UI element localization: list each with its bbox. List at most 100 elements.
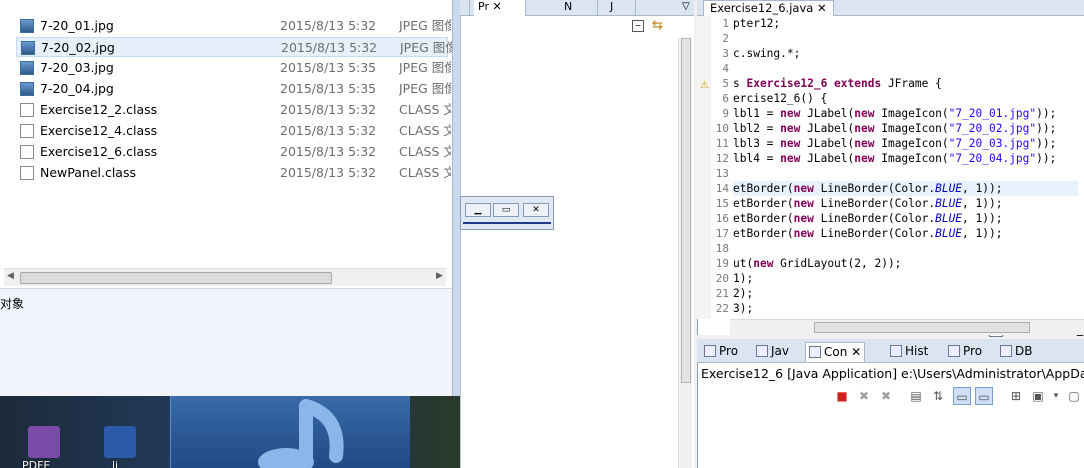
maximize-button[interactable]: ▭ xyxy=(493,203,519,217)
code-line[interactable]: ut(new GridLayout(2, 2)); xyxy=(733,256,1078,271)
collapse-all-icon[interactable]: − xyxy=(632,20,644,32)
line-number: 3 xyxy=(722,47,729,60)
code-line[interactable]: lbl1 = new JLabel(new ImageIcon("7_20_01… xyxy=(733,106,1078,121)
shortcut-icon[interactable] xyxy=(104,426,136,458)
file-row[interactable]: NewPanel.class 2015/8/13 5:32 CLASS 文 xyxy=(16,163,451,183)
line-number: 15 xyxy=(715,197,729,210)
view-menu-icon[interactable]: ▽ xyxy=(682,1,690,12)
code-token: new xyxy=(780,137,801,150)
minimize-button[interactable]: ▁ xyxy=(465,203,491,217)
link-editor-icon[interactable]: ⇆ xyxy=(652,18,663,33)
code-token: JLabel( xyxy=(800,152,855,165)
code-line[interactable] xyxy=(733,61,1078,76)
view-icon xyxy=(809,346,821,358)
code-line[interactable]: ercise12_6() { xyxy=(733,91,1078,106)
code-token: BLUE xyxy=(935,212,963,225)
console-tab[interactable]: DB xyxy=(997,342,1035,362)
tree-vertical-scrollbar[interactable] xyxy=(678,38,692,468)
file-row[interactable]: Exercise12_4.class 2015/8/13 5:32 CLASS 文 xyxy=(16,121,451,141)
code-token: "7_20_02.jpg" xyxy=(948,122,1037,135)
code-line[interactable]: s Exercise12_6 extends JFrame { xyxy=(733,76,1078,91)
clear-console-icon[interactable]: ▤ xyxy=(907,387,925,405)
code-token: new xyxy=(854,137,875,150)
line-number: 21 xyxy=(715,287,729,300)
tab-label: DB xyxy=(1015,344,1033,358)
show-stdout-icon[interactable]: ▭ xyxy=(953,387,971,405)
code-line[interactable]: 2); xyxy=(733,286,1078,301)
console-tab[interactable]: Hist xyxy=(887,342,931,362)
chevron-down-icon[interactable]: ▾ xyxy=(1047,387,1065,405)
tab-label: Pro xyxy=(719,344,739,358)
image-file-icon xyxy=(20,61,34,75)
line-number: 5 xyxy=(722,77,729,90)
line-number: 4 xyxy=(722,62,729,75)
display-selected-console-icon[interactable]: ▣ xyxy=(1029,387,1047,405)
file-row[interactable]: 7-20_04.jpg 2015/8/13 5:35 JPEG 图像 xyxy=(16,79,451,99)
tab-package-explorer[interactable]: Pr ✕ xyxy=(474,0,526,16)
code-line[interactable]: etBorder(new LineBorder(Color.BLUE, 1)); xyxy=(733,181,1078,196)
code-line[interactable]: 1); xyxy=(733,271,1078,286)
code-line[interactable]: pter12; xyxy=(733,16,1078,31)
scrollbar-thumb[interactable] xyxy=(814,322,1030,333)
code-line[interactable]: etBorder(new LineBorder(Color.BLUE, 1)); xyxy=(733,196,1078,211)
code-token: 2); xyxy=(733,287,754,300)
code-token: ImageIcon( xyxy=(874,137,949,150)
close-button[interactable]: ✕ xyxy=(523,203,549,217)
code-token: lbl3 = xyxy=(733,137,781,150)
code-line[interactable]: etBorder(new LineBorder(Color.BLUE, 1)); xyxy=(733,211,1078,226)
file-date: 2015/8/13 5:32 xyxy=(280,18,377,33)
scroll-lock-icon[interactable]: ⇅ xyxy=(929,387,947,405)
file-name: Exercise12_6.class xyxy=(40,144,158,159)
console-tab[interactable]: Pro xyxy=(945,342,985,362)
console-tab[interactable]: Con ✕ xyxy=(805,342,866,362)
editor-horizontal-scrollbar[interactable] xyxy=(730,319,1084,335)
code-line[interactable]: lbl3 = new JLabel(new ImageIcon("7_20_03… xyxy=(733,136,1078,151)
view-icon xyxy=(756,345,768,357)
code-line[interactable]: etBorder(new LineBorder(Color.BLUE, 1)); xyxy=(733,226,1078,241)
code-line[interactable]: lbl4 = new JLabel(new ImageIcon("7_20_04… xyxy=(733,151,1078,166)
remove-all-terminated-icon[interactable]: ✖ xyxy=(877,387,895,405)
code-token: 3); xyxy=(733,302,754,315)
console-description: Exercise12_6 [Java Application] e:\Users… xyxy=(701,366,1084,381)
code-token: new xyxy=(780,152,801,165)
line-number: 16 xyxy=(715,212,729,225)
pdf-editor-icon[interactable] xyxy=(28,426,60,458)
code-token: 1); xyxy=(733,272,754,285)
show-stderr-icon[interactable]: ▭ xyxy=(975,387,993,405)
code-line[interactable] xyxy=(733,241,1078,256)
terminate-icon[interactable]: ■ xyxy=(833,387,851,405)
tab-exercise12-6-java[interactable]: Exercise12_6.java ✕ xyxy=(703,0,834,16)
line-number: 12 xyxy=(715,152,729,165)
console-tab[interactable]: Jav xyxy=(753,342,792,362)
file-row[interactable]: 7-20_03.jpg 2015/8/13 5:35 JPEG 图像 xyxy=(16,58,451,78)
pin-console-icon[interactable]: ⊞ xyxy=(1007,387,1025,405)
scrollbar-thumb[interactable] xyxy=(681,38,691,383)
code-line[interactable]: lbl2 = new JLabel(new ImageIcon("7_20_02… xyxy=(733,121,1078,136)
file-date: 2015/8/13 5:32 xyxy=(280,123,377,138)
tab-navigator[interactable]: N xyxy=(560,0,598,16)
scrollbar-thumb[interactable] xyxy=(20,272,332,284)
code-line[interactable]: 3); xyxy=(733,301,1078,316)
file-row[interactable]: 7-20_02.jpg 2015/8/13 5:32 JPEG 图像 xyxy=(16,37,452,57)
close-icon[interactable]: ✕ xyxy=(492,0,501,13)
tab-hidden[interactable] xyxy=(460,0,470,16)
file-row[interactable]: 7-20_01.jpg 2015/8/13 5:32 JPEG 图像 xyxy=(16,16,451,36)
close-icon[interactable]: ✕ xyxy=(817,1,827,15)
open-console-icon[interactable]: ▢ xyxy=(1065,387,1083,405)
remove-launch-icon[interactable]: ✖ xyxy=(855,387,873,405)
scroll-left-icon[interactable]: ◀ xyxy=(7,271,14,281)
code-token: ercise12_6() { xyxy=(733,92,828,105)
file-row[interactable]: Exercise12_2.class 2015/8/13 5:32 CLASS 文 xyxy=(16,100,451,120)
tab-junit[interactable]: J xyxy=(606,0,636,16)
code-token: lbl4 = xyxy=(733,152,781,165)
code-line[interactable]: c.swing.*; xyxy=(733,46,1078,61)
horizontal-scrollbar[interactable]: ◀ ▶ xyxy=(4,268,446,286)
console-tab[interactable]: Pro xyxy=(701,342,741,362)
code-token: etBorder( xyxy=(733,182,794,195)
close-icon[interactable]: ✕ xyxy=(851,345,861,359)
code-token: , 1)); xyxy=(962,197,1003,210)
code-line[interactable] xyxy=(733,166,1078,181)
scroll-right-icon[interactable]: ▶ xyxy=(436,271,443,281)
code-line[interactable] xyxy=(733,31,1078,46)
file-row[interactable]: Exercise12_6.class 2015/8/13 5:32 CLASS 文 xyxy=(16,142,451,162)
